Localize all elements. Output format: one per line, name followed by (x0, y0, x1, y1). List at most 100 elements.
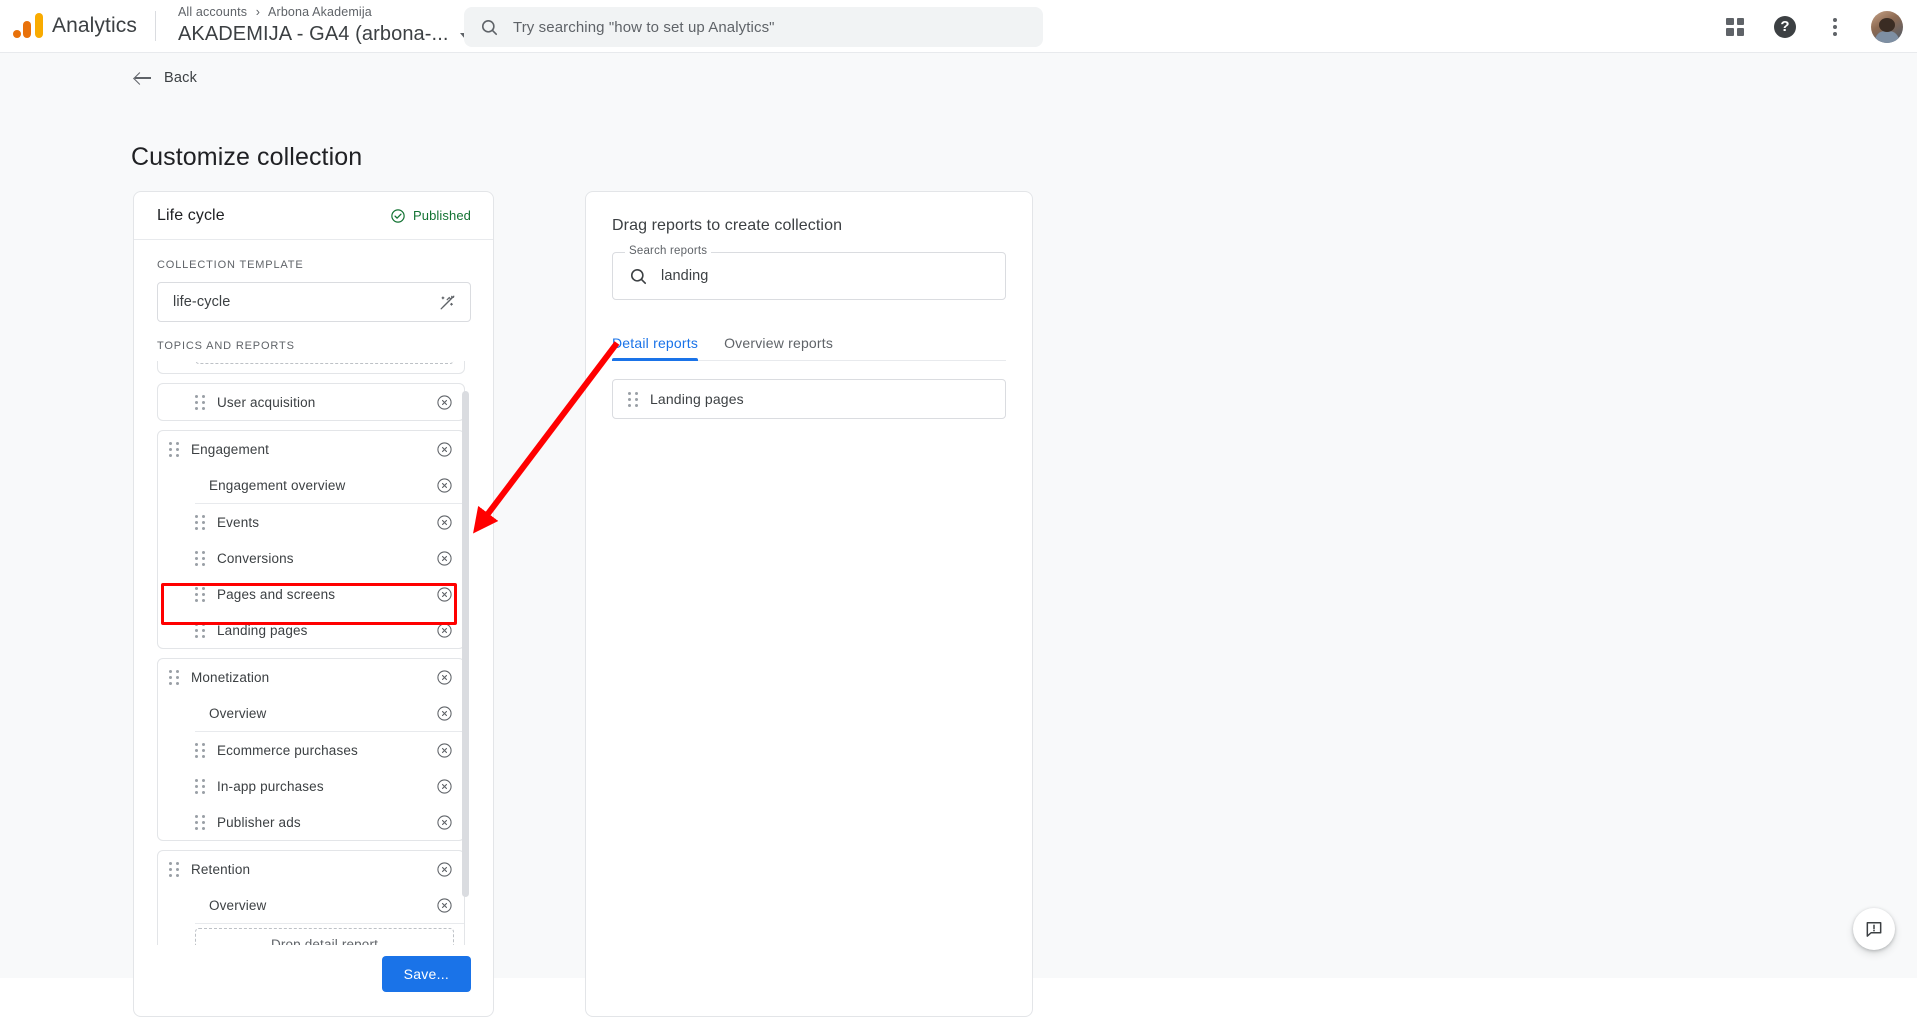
drag-handle-icon[interactable] (628, 391, 639, 407)
analytics-logo[interactable] (12, 12, 44, 40)
report-row[interactable]: Ecommerce purchases (158, 732, 464, 768)
global-search-bar[interactable]: Try searching "how to set up Analytics" (464, 7, 1043, 47)
drag-handle-icon[interactable] (195, 514, 206, 530)
avatar[interactable] (1871, 10, 1903, 43)
remove-circle-icon[interactable] (436, 705, 453, 722)
report-row[interactable]: Overview (158, 887, 464, 923)
report-label: Conversions (217, 550, 294, 566)
report-label: User acquisition (217, 394, 316, 410)
drag-handle-icon[interactable] (195, 742, 206, 758)
report-label: Pages and screens (217, 586, 336, 602)
topic-group: Engagement Engagement overview Events Conve… (157, 430, 465, 649)
report-row[interactable]: Events (158, 504, 464, 540)
report-label: Overview (209, 897, 267, 913)
report-row[interactable]: Conversions (158, 540, 464, 576)
brand-name: Analytics (52, 14, 137, 37)
search-reports-legend: Search reports (625, 245, 712, 257)
report-row[interactable]: Landing pages (158, 612, 464, 648)
topic-group: Monetization Overview Ecommerce purchases I… (157, 658, 465, 841)
search-reports-value: landing (661, 268, 709, 284)
apps-grid-icon[interactable] (1721, 13, 1749, 41)
tab-overview-reports[interactable]: Overview reports (724, 335, 833, 360)
breadcrumb-root[interactable]: All accounts (178, 5, 247, 19)
topic-row[interactable]: Retention (158, 851, 464, 887)
remove-circle-icon[interactable] (436, 622, 453, 639)
report-row[interactable]: User acquisition (158, 384, 464, 420)
top-app-bar: Analytics All accounts › Arbona Akademij… (0, 0, 1917, 53)
topic-row[interactable]: Monetization (158, 659, 464, 695)
remove-circle-icon[interactable] (436, 861, 453, 878)
report-row[interactable]: Overview (158, 695, 464, 731)
remove-circle-icon[interactable] (436, 897, 453, 914)
save-button[interactable]: Save... (381, 956, 471, 992)
collection-template-label: Collection template (157, 259, 304, 271)
remove-circle-icon[interactable] (436, 586, 453, 603)
back-button[interactable]: Back (133, 68, 197, 88)
drag-handle-icon[interactable] (169, 669, 180, 685)
drag-handle-icon[interactable] (195, 814, 206, 830)
account-selector[interactable]: All accounts › Arbona Akademija AKADEMIJ… (178, 5, 470, 47)
logo-dot (13, 30, 21, 38)
property-row[interactable]: AKADEMIJA - GA4 (arbona-... (178, 21, 470, 47)
remove-circle-icon[interactable] (436, 742, 453, 759)
topbar-divider (154, 11, 156, 41)
drop-detail-report-zone[interactable]: Drop detail report (195, 928, 454, 945)
remove-circle-icon[interactable] (436, 477, 453, 494)
report-label: Events (217, 514, 260, 530)
drop-detail-report-zone[interactable] (195, 361, 454, 364)
report-row[interactable]: Publisher ads (158, 804, 464, 840)
drag-handle-icon[interactable] (195, 778, 206, 794)
remove-circle-icon[interactable] (436, 441, 453, 458)
collection-name: Life cycle (157, 206, 225, 224)
row-divider (195, 923, 464, 924)
report-picker-tabs: Detail reports Overview reports (612, 323, 1006, 361)
logo-bar-mid (23, 21, 31, 38)
report-label: Overview (209, 705, 267, 721)
topics-list-scroll-area[interactable]: User acquisition Engagement Engagement ove… (157, 361, 471, 945)
collection-card-body: Collection template life-cycle Topics an… (134, 240, 493, 945)
collection-template-field[interactable]: life-cycle (157, 282, 471, 322)
topic-label: Monetization (191, 669, 270, 685)
drag-handle-icon[interactable] (195, 550, 206, 566)
remove-circle-icon[interactable] (436, 669, 453, 686)
arrow-left-icon (133, 68, 153, 88)
search-reports-field[interactable]: Search reports landing (612, 245, 1006, 300)
topbar-actions: ? (1721, 0, 1903, 53)
drag-handle-icon[interactable] (195, 586, 206, 602)
apps-grid-glyph (1726, 17, 1744, 36)
drag-handle-icon[interactable] (195, 622, 206, 638)
remove-circle-icon[interactable] (436, 394, 453, 411)
feedback-icon[interactable] (1853, 908, 1895, 950)
report-label: Engagement overview (209, 477, 346, 493)
drag-handle-icon[interactable] (169, 861, 180, 877)
tab-detail-reports[interactable]: Detail reports (612, 335, 699, 361)
help-icon[interactable]: ? (1771, 13, 1799, 41)
page-title: Customize collection (131, 143, 363, 171)
breadcrumb-separator: › (255, 5, 261, 19)
report-result-item[interactable]: Landing pages (612, 379, 1006, 419)
topics-list-scrollbar[interactable] (462, 391, 469, 897)
kebab-glyph (1833, 17, 1837, 36)
topic-row[interactable]: Engagement (158, 431, 464, 467)
remove-circle-icon[interactable] (436, 778, 453, 795)
report-picker-card: Drag reports to create collection Search… (585, 191, 1033, 1017)
remove-circle-icon[interactable] (436, 514, 453, 531)
remove-circle-icon[interactable] (436, 550, 453, 567)
topic-group-partial (157, 361, 465, 374)
drag-handle-icon[interactable] (195, 394, 206, 410)
report-row[interactable]: Engagement overview (158, 467, 464, 503)
search-icon (631, 268, 647, 284)
drag-handle-icon[interactable] (169, 441, 180, 457)
page-content: Back Customize collection Life cycle Pub… (0, 53, 1917, 1017)
property-name: AKADEMIJA - GA4 (arbona-... (177, 23, 449, 45)
auto-fix-off-icon[interactable] (438, 293, 457, 312)
report-row[interactable]: Pages and screens (158, 576, 464, 612)
more-options-icon[interactable] (1821, 13, 1849, 41)
report-label: Landing pages (217, 622, 308, 638)
remove-circle-icon[interactable] (436, 814, 453, 831)
report-row[interactable]: In-app purchases (158, 768, 464, 804)
breadcrumb-account[interactable]: Arbona Akademija (268, 5, 372, 19)
global-search-placeholder: Try searching "how to set up Analytics" (513, 18, 775, 36)
check-circle-icon (391, 208, 405, 223)
report-results-list: Landing pages (612, 379, 1006, 419)
